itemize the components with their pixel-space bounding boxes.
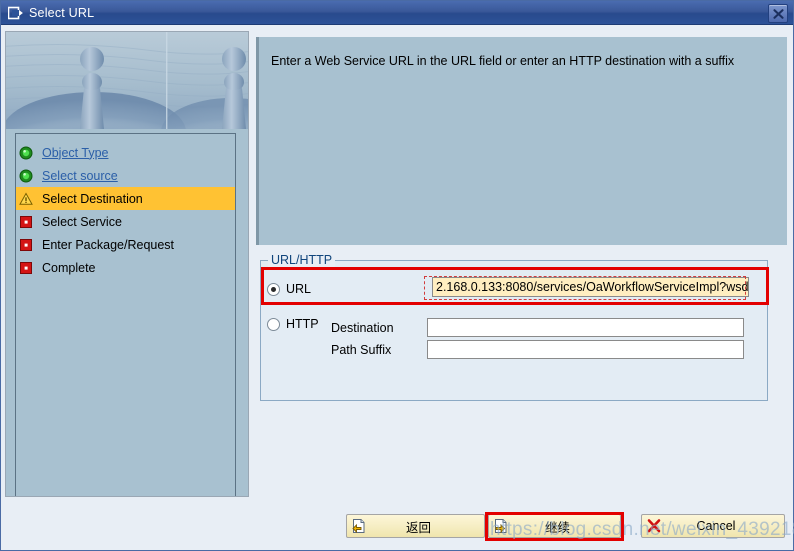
- path-suffix-input[interactable]: [427, 340, 744, 359]
- close-icon[interactable]: [768, 4, 788, 23]
- sidebar-item-label: Select Destination: [42, 191, 143, 206]
- sidebar-item-label: Object Type: [42, 145, 109, 160]
- sidebar-item-label: Select source: [42, 168, 118, 183]
- url-radio[interactable]: [267, 282, 280, 296]
- sidebar-item-label: Enter Package/Request: [42, 237, 175, 252]
- title-bar: Select URL: [1, 1, 793, 25]
- sidebar-item-select-source[interactable]: Select source: [16, 164, 235, 187]
- red-square-icon: [19, 215, 33, 229]
- continue-button[interactable]: 继续: [488, 514, 621, 538]
- http-radio-label: HTTP: [286, 317, 319, 331]
- dialog-footer: 返回 继续 Cancel: [1, 512, 793, 542]
- destination-input[interactable]: [427, 318, 744, 337]
- window-title: Select URL: [29, 5, 95, 20]
- red-x-icon: [646, 518, 662, 534]
- url-http-group-legend: URL/HTTP: [268, 253, 336, 267]
- red-square-icon: [19, 238, 33, 252]
- select-url-dialog: Select URL Object Type Select source Sel…: [0, 0, 794, 551]
- sidebar-item-select-service[interactable]: Select Service: [16, 210, 235, 233]
- left-panel: Object Type Select source Select Destina…: [5, 31, 249, 497]
- select-url-icon: [7, 6, 23, 20]
- http-radio[interactable]: [267, 318, 280, 331]
- sidebar-item-enter-package-request[interactable]: Enter Package/Request: [16, 233, 235, 256]
- sidebar-item-object-type[interactable]: Object Type: [16, 141, 235, 164]
- instructions-panel: Enter a Web Service URL in the URL field…: [256, 37, 787, 245]
- sidebar-item-select-destination[interactable]: Select Destination: [16, 187, 235, 210]
- green-circle-icon: [19, 146, 33, 160]
- back-button[interactable]: 返回: [346, 514, 485, 538]
- cancel-button-label: Cancel: [696, 519, 736, 533]
- sidebar-item-label: Select Service: [42, 214, 122, 229]
- back-button-label: 返回: [405, 520, 431, 535]
- hero-image: [6, 32, 248, 129]
- http-option-row: HTTP: [267, 318, 319, 331]
- yellow-triangle-icon: [19, 191, 33, 206]
- destination-row: Destination: [331, 317, 744, 338]
- sidebar-item-complete[interactable]: Complete: [16, 256, 235, 279]
- back-page-icon: [351, 518, 367, 534]
- red-square-icon: [19, 261, 33, 275]
- path-suffix-row: Path Suffix: [331, 339, 744, 360]
- url-input-value: 2.168.0.133:8080/services/OaWorkflowServ…: [436, 280, 749, 294]
- roadmap-steps: Object Type Select source Select Destina…: [15, 133, 236, 496]
- url-http-group: URL 2.168.0.133:8080/services/OaWorkflow…: [260, 260, 768, 401]
- green-circle-icon: [19, 169, 33, 183]
- destination-label: Destination: [331, 320, 394, 335]
- cancel-button[interactable]: Cancel: [641, 514, 785, 538]
- url-option-row: URL 2.168.0.133:8080/services/OaWorkflow…: [267, 273, 762, 305]
- forward-page-icon: [493, 518, 509, 534]
- url-radio-label: URL: [286, 282, 312, 296]
- url-input[interactable]: 2.168.0.133:8080/services/OaWorkflowServ…: [432, 277, 749, 297]
- instructions-text: Enter a Web Service URL in the URL field…: [271, 54, 735, 68]
- sidebar-item-label: Complete: [42, 260, 96, 275]
- path-suffix-label: Path Suffix: [331, 342, 392, 357]
- continue-button-label: 继续: [544, 520, 570, 535]
